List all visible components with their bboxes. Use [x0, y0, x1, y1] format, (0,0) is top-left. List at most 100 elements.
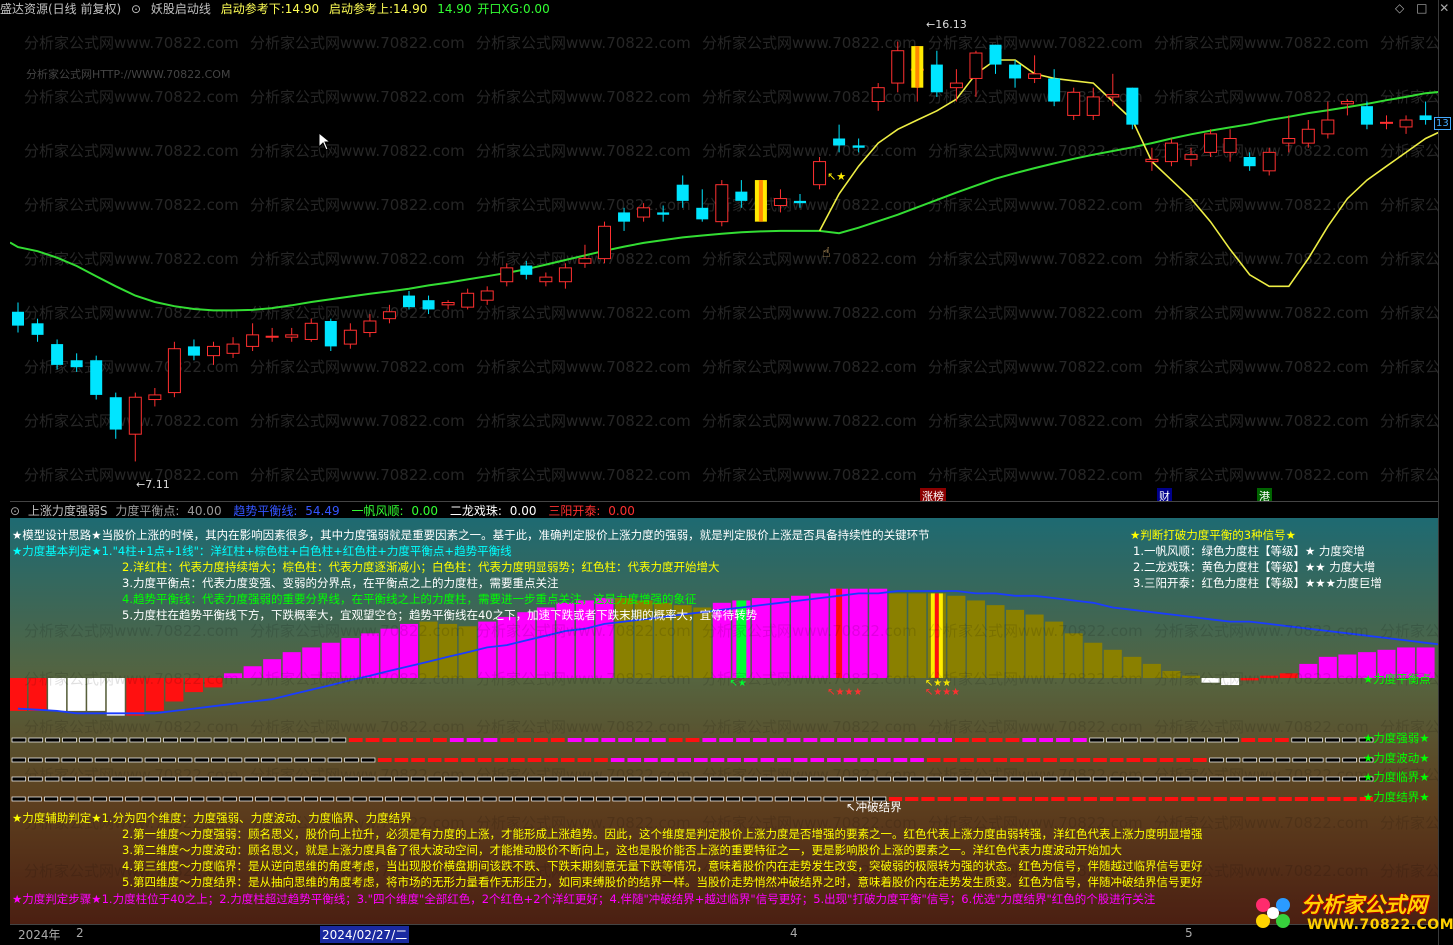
watermark-text: 分析家公式网www.70822.com: [1380, 358, 1438, 376]
dimension-cell: [1076, 776, 1091, 782]
indicator-name[interactable]: 妖股启动线: [151, 2, 211, 16]
candle[interactable]: [1380, 115, 1393, 130]
dimension-cell: [1089, 737, 1104, 743]
dimension-cell: [668, 738, 683, 742]
candle[interactable]: [265, 327, 279, 342]
year-label: 2024年: [18, 928, 61, 942]
watermark-text: 分析家公式网www.70822.com: [250, 196, 465, 214]
dimension-cell: [28, 776, 43, 782]
candle[interactable]: [226, 337, 240, 358]
dimension-cell: [791, 796, 806, 802]
candle[interactable]: [1301, 120, 1315, 148]
dimension-cell: [786, 738, 801, 742]
candle[interactable]: [1262, 147, 1276, 176]
sanyang-value: 0.00: [608, 504, 635, 518]
dimension-cell: [494, 776, 509, 782]
maximize-icon[interactable]: □: [1416, 1, 1427, 15]
dimension-cell: [1327, 797, 1341, 801]
candle[interactable]: [167, 341, 181, 398]
candle-body: [657, 212, 670, 215]
candle-body: [343, 329, 357, 345]
dimension-cell: [76, 796, 91, 802]
dimension-cell: [331, 737, 347, 743]
candle[interactable]: [1048, 69, 1061, 107]
candle[interactable]: [285, 327, 299, 342]
candle[interactable]: [598, 221, 611, 264]
candle[interactable]: [1204, 129, 1218, 157]
candle[interactable]: [715, 180, 729, 227]
cursor-date[interactable]: 2024/02/27/二: [320, 926, 410, 943]
candle[interactable]: [1028, 55, 1042, 84]
watermark-text: 分析家公式网www.70822.com: [250, 718, 465, 736]
candle[interactable]: [128, 392, 142, 462]
candle[interactable]: [1399, 115, 1413, 134]
dimension-cell: [610, 758, 625, 762]
candle[interactable]: [989, 44, 1002, 74]
dimension-cell: [736, 738, 750, 742]
candle-body: [833, 138, 846, 146]
indicator-sub-name[interactable]: 上涨力度强弱S: [28, 504, 108, 518]
watermark-text: 分析家公式网www.70822.com: [1154, 466, 1369, 484]
candle[interactable]: [304, 318, 318, 342]
dimension-cell: [1291, 737, 1306, 743]
dimension-cell: [953, 797, 968, 801]
dimension-cell: [710, 758, 725, 762]
dimension-cell: [853, 738, 868, 742]
logo-url: WWW.70822.COM: [1307, 917, 1453, 933]
candle-body: [891, 50, 905, 84]
dimension-cell: [1176, 758, 1191, 762]
indicator-toggle-icon-2[interactable]: ⊙: [10, 504, 20, 518]
candle[interactable]: [31, 318, 44, 342]
dimension-cell: [174, 796, 188, 802]
bar-fill: [1006, 609, 1025, 678]
dimension-cell: [579, 796, 594, 802]
candle[interactable]: [1009, 59, 1022, 88]
note-top-6: 5.力度柱在趋势平衡线下方，下跌概率大，宜观望空仓；趋势平衡线在40之下，加速下…: [122, 608, 758, 622]
restore-icon[interactable]: ◇: [1395, 1, 1404, 15]
indicator-toggle-icon[interactable]: ⊙: [131, 2, 141, 16]
candle[interactable]: [343, 323, 357, 349]
price-chart[interactable]: 分析家公式网www.70822.com 分析家公式网www.70822.com 分析…: [10, 18, 1438, 500]
dimension-cell: [1173, 737, 1189, 743]
candle[interactable]: [539, 272, 553, 287]
candle[interactable]: [109, 392, 122, 439]
candle[interactable]: [930, 50, 943, 97]
candle[interactable]: [1321, 101, 1335, 139]
candle[interactable]: [90, 355, 103, 400]
candle[interactable]: [1067, 87, 1081, 121]
dimension-cell: [377, 776, 392, 782]
candle[interactable]: [461, 288, 475, 310]
dimension-cell: [926, 758, 941, 762]
dimension-cell: [94, 757, 110, 763]
chong-label: ↖冲破结界: [846, 800, 902, 814]
indicator-panel[interactable]: ↖★ ↖★★★ ↖★★ ↖★★★ 分析家公式网www.70822.com 分析家公式网ww…: [10, 518, 1438, 924]
dimension-cell: [1292, 776, 1307, 782]
candle[interactable]: [813, 156, 827, 190]
dimension-cell: [482, 796, 497, 802]
dimension-cell: [1092, 776, 1108, 782]
candle[interactable]: [1126, 87, 1139, 130]
candle[interactable]: [148, 387, 162, 407]
dimension-cell: [444, 758, 459, 762]
candle[interactable]: [1164, 138, 1178, 167]
dimension-cell: [255, 796, 270, 802]
dimension-cell: [28, 737, 44, 743]
note-bottom-4: 4.第三维度～力度临界：是从逆向思维的角度考虑，当出现股价横盘期间该跌不跌、下跌…: [122, 859, 1203, 873]
dimension-cell: [1010, 758, 1024, 762]
candle-body: [578, 258, 592, 264]
dimension-cell: [1099, 797, 1114, 801]
candle[interactable]: [480, 286, 494, 305]
dimension-cell: [1193, 758, 1207, 762]
candle[interactable]: [12, 302, 24, 333]
dimension-cell: [161, 757, 176, 763]
dimension-cell: [970, 797, 984, 801]
candle[interactable]: [246, 323, 260, 352]
dimension-cell: [1311, 797, 1325, 801]
lower-ref-label: 启动参考下:: [220, 2, 285, 16]
candle[interactable]: [403, 290, 415, 310]
hand-pointer-icon: ☝: [822, 245, 831, 261]
watermark-text: 分析家公式网www.70822.com: [24, 718, 239, 736]
candle[interactable]: [324, 318, 337, 352]
dimension-cell: [1278, 797, 1292, 801]
candle[interactable]: [871, 83, 885, 111]
